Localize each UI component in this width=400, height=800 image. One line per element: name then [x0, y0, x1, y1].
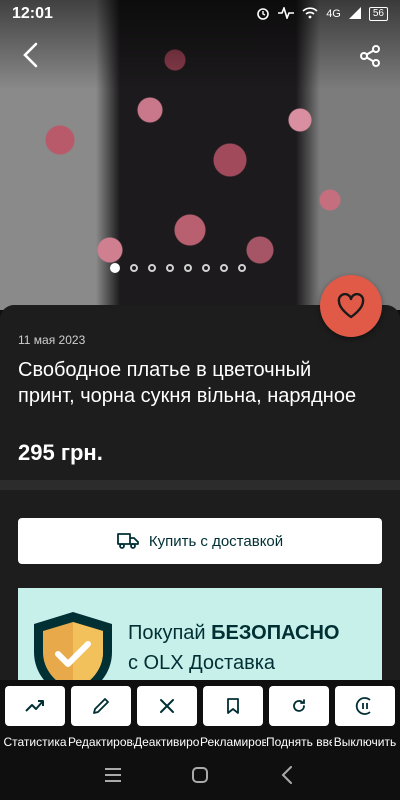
- listing-date: 11 мая 2023: [18, 333, 86, 347]
- back-button[interactable]: [14, 38, 48, 72]
- safe-delivery-banner[interactable]: Покупай БЕЗОПАСНО с OLX Доставка: [18, 588, 382, 680]
- statistics-button[interactable]: [5, 686, 65, 726]
- gallery-dot[interactable]: [110, 263, 120, 273]
- close-icon: [160, 699, 174, 713]
- divider: [0, 480, 400, 490]
- share-icon: [360, 45, 380, 67]
- listing-title: Свободное платье в цветочный принт, чорн…: [18, 359, 357, 407]
- status-time: 12:01: [12, 5, 53, 22]
- gallery-dot[interactable]: [220, 264, 228, 272]
- recent-apps-button[interactable]: [95, 757, 131, 793]
- turn-off-button[interactable]: [335, 686, 395, 726]
- delivery-section: Купить с доставкой Покупай БЕЗОПАСНО с O…: [0, 490, 400, 680]
- pencil-icon: [93, 698, 109, 714]
- pulse-icon: [278, 5, 295, 22]
- listing-price: 295 грн.: [18, 440, 103, 465]
- edit-button[interactable]: [71, 686, 131, 726]
- action-label: Выключить: [333, 735, 397, 749]
- system-nav-bar: [0, 750, 400, 800]
- system-back-button[interactable]: [269, 757, 305, 793]
- gallery-dot[interactable]: [238, 264, 246, 272]
- status-bar: 12:01 4G 56: [0, 0, 400, 28]
- home-button[interactable]: [182, 757, 218, 793]
- gallery-dot[interactable]: [148, 264, 156, 272]
- signal-icon: [348, 6, 361, 22]
- chevron-left-icon: [23, 42, 38, 68]
- action-turn-off[interactable]: Выключить: [333, 682, 397, 750]
- banner-line-1: Покупай БЕЗОПАСНО: [128, 622, 340, 644]
- owner-actions-bar: Статистика Редактировать Деактивировать …: [0, 682, 400, 750]
- action-label: Деактивировать: [134, 735, 200, 749]
- promote-button[interactable]: [203, 686, 263, 726]
- chevron-left-icon: [281, 766, 292, 784]
- gallery-dot[interactable]: [184, 264, 192, 272]
- menu-icon: [105, 768, 122, 782]
- buy-button-label: Купить с доставкой: [148, 532, 284, 550]
- action-label: Поднять вверх: [266, 735, 332, 749]
- action-promote[interactable]: Рекламировать: [200, 682, 266, 750]
- gallery-dot[interactable]: [130, 264, 138, 272]
- buy-with-delivery-button[interactable]: Купить с доставкой: [18, 518, 382, 564]
- bump-up-button[interactable]: [269, 686, 329, 726]
- action-edit[interactable]: Редактировать: [68, 682, 134, 750]
- action-label: Статистика: [3, 735, 67, 749]
- network-label: 4G: [326, 8, 341, 20]
- home-icon: [191, 767, 208, 783]
- bookmark-icon: [227, 698, 239, 714]
- pause-icon: [355, 697, 371, 715]
- gallery-dot[interactable]: [202, 264, 210, 272]
- shield-icon: [34, 612, 112, 680]
- share-button[interactable]: [354, 40, 386, 72]
- favorite-button[interactable]: [320, 275, 382, 337]
- battery-level: 56: [368, 7, 388, 21]
- heart-icon: [337, 293, 365, 319]
- trend-up-icon: [25, 700, 44, 712]
- alarm-icon: [256, 6, 270, 23]
- status-icons: 4G 56: [256, 5, 388, 23]
- action-label: Редактировать: [68, 735, 134, 749]
- action-label: Рекламировать: [200, 735, 266, 749]
- truck-icon: [116, 533, 139, 549]
- deactivate-button[interactable]: [137, 686, 197, 726]
- gallery-dots[interactable]: [110, 263, 246, 273]
- refresh-icon: [293, 699, 305, 712]
- action-bump-up[interactable]: Поднять вверх: [266, 682, 332, 750]
- gallery-dot[interactable]: [166, 264, 174, 272]
- action-statistics[interactable]: Статистика: [3, 682, 67, 750]
- wifi-icon: [302, 6, 318, 22]
- banner-line-2: с OLX Доставка: [128, 652, 276, 674]
- action-deactivate[interactable]: Деактивировать: [134, 682, 200, 750]
